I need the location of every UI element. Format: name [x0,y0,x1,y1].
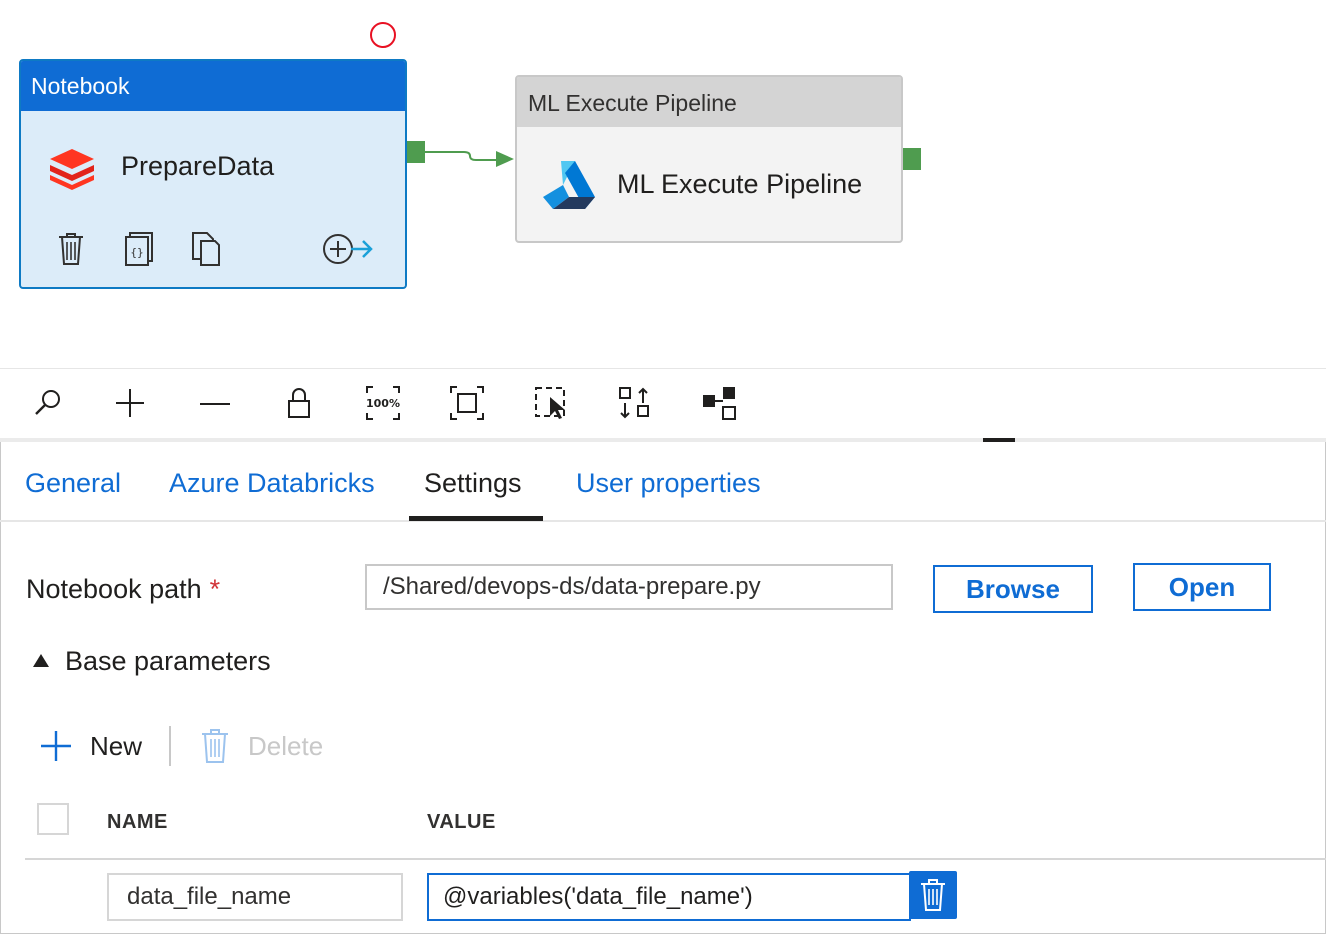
ml-execute-pipeline-activity[interactable]: ML Execute Pipeline ML Execute Pipeline [515,75,903,243]
auto-align-icon[interactable] [615,383,655,423]
required-mark: * [209,574,221,604]
databricks-icon [50,149,94,190]
notebook-path-label-text: Notebook path [26,574,202,604]
ml-activity-type: ML Execute Pipeline [517,77,901,127]
zoom-100-icon[interactable]: 100% [363,383,403,423]
status-circle-icon [370,22,396,48]
new-label: New [90,730,143,761]
lock-icon[interactable] [279,383,319,423]
success-output-port[interactable] [407,141,425,163]
new-parameter-button[interactable]: New [38,726,142,766]
tab-user-properties[interactable]: User properties [576,468,761,499]
ml-output-port[interactable] [903,148,921,170]
delete-row-button[interactable] [909,871,957,919]
notebook-activity-type: Notebook [21,61,405,111]
properties-tabs: General Azure Databricks Settings User p… [0,442,1326,522]
layout-icon[interactable] [699,383,739,423]
select-all-checkbox[interactable] [37,803,69,835]
notebook-path-label: Notebook path * [26,574,220,605]
trash-icon [202,729,228,763]
tab-azure-databricks[interactable]: Azure Databricks [169,468,375,499]
search-icon[interactable] [28,383,68,423]
ml-activity-name: ML Execute Pipeline [617,169,863,199]
parameter-value-input[interactable] [427,873,911,921]
notebook-activity[interactable]: Notebook PrepareData {} [19,59,407,289]
code-icon[interactable]: {} [122,231,154,267]
parameter-name-input[interactable] [107,873,403,921]
plus-icon [41,731,71,761]
svg-text:{}: {} [130,246,143,259]
tab-general[interactable]: General [25,468,121,499]
active-tab-indicator [409,516,543,521]
column-header-value: VALUE [427,811,496,833]
azure-ml-icon [543,161,595,209]
delete-parameter-button[interactable]: Delete [200,726,323,766]
pipeline-canvas[interactable]: Notebook PrepareData {} ML Execute Pipel… [0,0,1326,368]
notebook-path-input[interactable] [365,564,893,610]
base-parameters-header[interactable]: Base parameters [65,646,271,677]
zoom-out-icon[interactable] [195,383,235,423]
toolbar-separator [169,726,171,766]
delete-label: Delete [248,730,324,761]
browse-button[interactable]: Browse [933,565,1093,613]
open-button[interactable]: Open [1133,563,1271,611]
tab-settings[interactable]: Settings [424,468,522,499]
collapse-caret-icon[interactable] [33,654,49,667]
copy-icon[interactable] [189,231,221,267]
dependency-connector [424,151,514,167]
fit-to-screen-icon[interactable] [447,383,487,423]
delete-icon[interactable] [55,231,87,267]
zoom-100-text: 100% [366,397,400,410]
canvas-toolbar: 100% [0,368,1326,439]
zoom-in-icon[interactable] [110,383,150,423]
notebook-activity-name: PrepareData [121,151,275,181]
trash-icon [921,879,945,911]
add-output-icon[interactable] [321,231,375,267]
select-icon[interactable] [531,383,571,423]
table-header-divider [25,858,1326,860]
column-header-name: NAME [107,811,168,833]
